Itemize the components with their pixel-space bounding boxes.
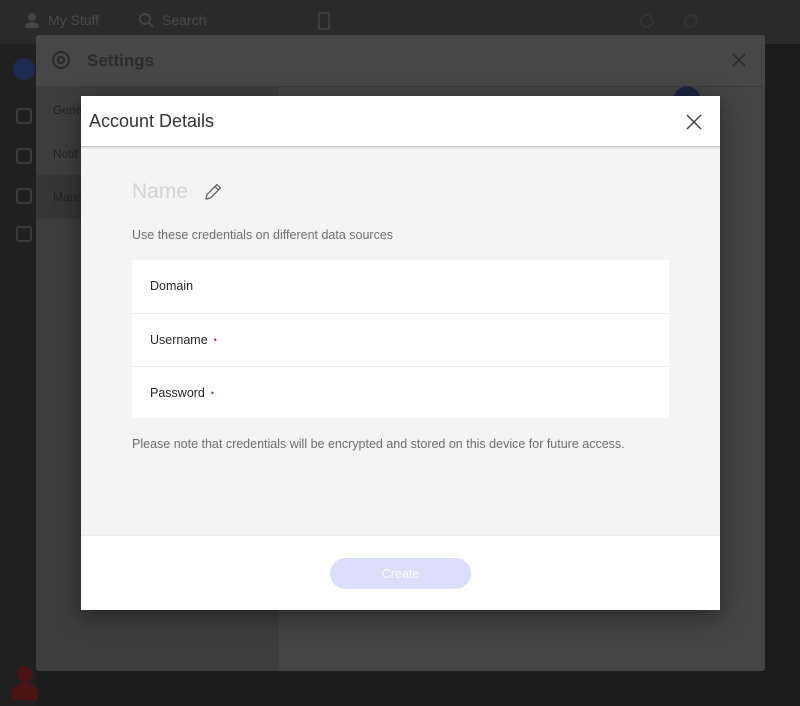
required-marker: • (210, 388, 215, 398)
favorites-icon (16, 148, 32, 164)
settings-icon (52, 51, 70, 69)
help-icon (640, 14, 654, 28)
edit-icon[interactable] (202, 181, 224, 203)
account-details-dialog: Account Details Name Use these credentia… (81, 96, 720, 610)
search-icon (139, 13, 154, 28)
notification-icon (684, 14, 698, 28)
domain-label: Domain (150, 279, 194, 293)
encryption-note: Please note that credentials will be enc… (132, 437, 625, 451)
settings-title: Settings (87, 51, 155, 70)
credentials-form: Domain Username • Password • (132, 260, 669, 418)
username-label: Username • (150, 333, 217, 347)
name-field[interactable]: Name (132, 180, 188, 204)
name-row: Name (132, 180, 224, 204)
dialog-footer: Create (81, 535, 720, 610)
password-field[interactable]: Password • (132, 366, 669, 418)
close-icon[interactable] (685, 113, 703, 131)
my-stuff-label: My Stuff (48, 12, 100, 28)
required-marker: • (213, 335, 217, 345)
domain-field[interactable]: Domain (132, 260, 669, 312)
workspace-avatar (13, 58, 35, 80)
left-rail (0, 44, 36, 706)
settings-close-icon (732, 53, 746, 67)
settings-nav-general: Gene (53, 103, 83, 117)
stats-icon (16, 226, 32, 242)
search-label: Search (162, 12, 207, 28)
settings-nav-notifications: Notif (53, 147, 78, 161)
my-stuff-nav: My Stuff (24, 12, 99, 28)
data-icon (16, 188, 32, 204)
search-nav: Search (138, 12, 206, 28)
password-label: Password • (150, 386, 215, 400)
settings-header: Settings (36, 35, 765, 87)
device-icon (318, 12, 330, 30)
dashboard-icon (16, 108, 32, 124)
user-icon (25, 13, 39, 28)
dialog-description: Use these credentials on different data … (132, 228, 394, 242)
username-field[interactable]: Username • (132, 313, 669, 365)
create-button[interactable]: Create (330, 558, 471, 589)
dialog-header: Account Details (81, 96, 720, 147)
dialog-title: Account Details (89, 111, 215, 131)
